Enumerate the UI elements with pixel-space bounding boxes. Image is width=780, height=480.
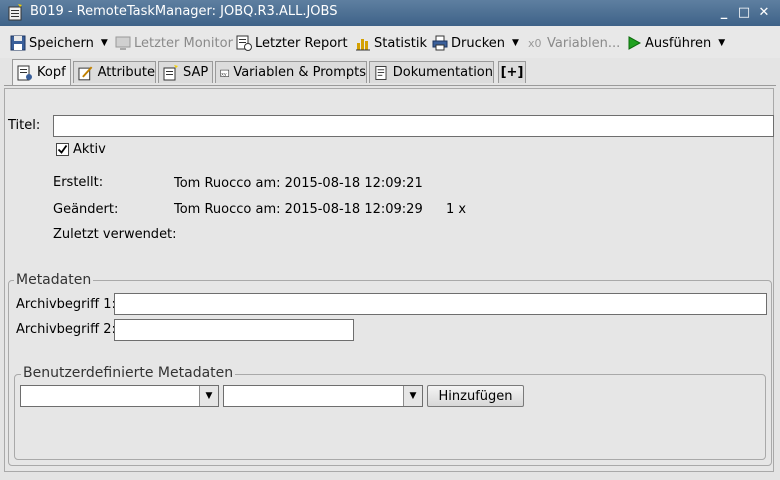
title-input[interactable] xyxy=(53,115,774,137)
last-monitor-button[interactable]: Letzter Monitor xyxy=(115,34,233,52)
play-icon xyxy=(628,36,642,50)
save-dropdown-icon[interactable]: ▼ xyxy=(101,38,108,48)
statistics-icon xyxy=(356,39,370,51)
window-title-bar: B019 - RemoteTaskManager: JOBQ.R3.ALL.JO… xyxy=(0,0,780,26)
documentation-icon xyxy=(375,65,387,80)
tab-divider xyxy=(4,85,776,86)
printer-icon xyxy=(432,35,448,51)
active-checkbox[interactable] xyxy=(56,143,69,156)
report-icon xyxy=(236,35,252,51)
execute-button[interactable]: Ausführen ▼ xyxy=(626,34,725,52)
tab-sap[interactable]: SAP xyxy=(158,61,213,83)
print-button[interactable]: Drucken ▼ xyxy=(432,34,519,52)
custom-metadata-key-select[interactable]: ▼ xyxy=(20,385,219,407)
title-label: Titel: xyxy=(8,118,41,133)
custom-metadata-value-select[interactable]: ▼ xyxy=(223,385,423,407)
last-report-label: Letzter Report xyxy=(255,35,348,51)
last-report-button[interactable]: Letzter Report xyxy=(236,34,348,52)
minimize-button[interactable]: _ xyxy=(716,5,732,21)
tab-bar: Kopf Attribute SAP xy Variablen & Prompt… xyxy=(0,58,780,86)
close-button[interactable]: ✕ xyxy=(756,5,772,21)
custom-metadata-legend: Benutzerdefinierte Metadaten xyxy=(21,365,236,381)
created-label: Erstellt: xyxy=(53,175,104,190)
tab-kopf[interactable]: Kopf xyxy=(12,59,71,85)
variables-icon: xy xyxy=(220,69,230,77)
archive2-label: Archivbegriff 2: xyxy=(16,322,116,337)
metadata-legend: Metadaten xyxy=(14,272,94,288)
add-tab-icon: [+] xyxy=(500,65,524,80)
chevron-down-icon[interactable]: ▼ xyxy=(199,386,218,406)
maximize-button[interactable]: □ xyxy=(736,5,752,21)
changed-count: 1 x xyxy=(446,202,467,217)
save-button[interactable]: Speichern ▼ xyxy=(10,34,108,52)
execute-dropdown-icon[interactable]: ▼ xyxy=(718,38,725,48)
app-icon xyxy=(8,4,24,21)
header-icon xyxy=(17,65,32,80)
archive1-label: Archivbegriff 1: xyxy=(16,297,116,312)
created-value: Tom Ruocco am: 2015-08-18 12:09:21 xyxy=(174,176,423,191)
tab-label: Kopf xyxy=(37,65,66,80)
tab-attribute[interactable]: Attribute xyxy=(73,61,156,83)
sap-icon xyxy=(163,64,178,80)
save-icon xyxy=(10,35,26,51)
add-metadata-button[interactable]: Hinzufügen xyxy=(427,385,524,407)
tab-add[interactable]: [+] xyxy=(498,61,526,83)
attribute-icon xyxy=(78,66,93,80)
monitor-icon xyxy=(115,36,131,50)
svg-text:x0: x0 xyxy=(528,37,542,50)
save-label: Speichern xyxy=(29,35,94,51)
tab-label: Variablen & Prompts xyxy=(233,65,366,80)
variables-icon: x0 xyxy=(528,37,542,50)
archive1-input[interactable] xyxy=(114,293,767,315)
tab-variablen-prompts[interactable]: xy Variablen & Prompts xyxy=(215,61,367,83)
tab-label: Attribute xyxy=(97,65,155,80)
statistics-label: Statistik xyxy=(374,35,428,51)
toolbar: Speichern ▼ Letzter Monitor Letzter Repo… xyxy=(0,26,780,58)
execute-label: Ausführen xyxy=(645,35,712,51)
variables-button[interactable]: x0 Variablen... xyxy=(528,34,620,52)
chevron-down-icon[interactable]: ▼ xyxy=(403,386,422,406)
tab-dokumentation[interactable]: Dokumentation xyxy=(369,61,494,83)
print-label: Drucken xyxy=(451,35,506,51)
archive2-input[interactable] xyxy=(114,319,354,341)
print-dropdown-icon[interactable]: ▼ xyxy=(512,38,519,48)
changed-label: Geändert: xyxy=(53,202,119,217)
active-label: Aktiv xyxy=(73,142,106,157)
window-title: B019 - RemoteTaskManager: JOBQ.R3.ALL.JO… xyxy=(30,4,338,19)
statistics-button[interactable]: Statistik xyxy=(355,34,427,52)
variables-label: Variablen... xyxy=(547,35,621,51)
check-icon xyxy=(57,144,68,154)
tab-label: SAP xyxy=(183,65,209,80)
last-used-label: Zuletzt verwendet: xyxy=(53,227,177,242)
svg-text:xy: xy xyxy=(221,72,227,77)
last-monitor-label: Letzter Monitor xyxy=(134,35,233,51)
tab-label: Dokumentation xyxy=(392,65,493,80)
changed-value: Tom Ruocco am: 2015-08-18 12:09:29 xyxy=(174,202,423,217)
